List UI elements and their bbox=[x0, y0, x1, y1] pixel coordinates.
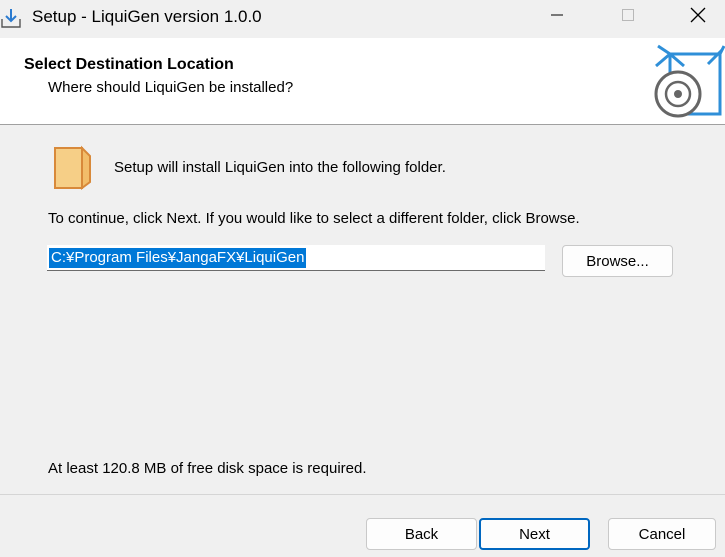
path-value: C:¥Program Files¥JangaFX¥LiquiGen bbox=[49, 248, 307, 268]
disk-space-requirement: At least 120.8 MB of free disk space is … bbox=[48, 460, 367, 477]
close-icon bbox=[690, 7, 706, 28]
page-title: Select Destination Location bbox=[24, 56, 234, 73]
browse-button[interactable]: Browse... bbox=[562, 245, 673, 277]
maximize-icon bbox=[621, 8, 635, 27]
install-description: Setup will install LiquiGen into the fol… bbox=[114, 159, 446, 176]
close-button[interactable] bbox=[671, 0, 725, 34]
setup-download-icon bbox=[0, 6, 24, 30]
maximize-button[interactable] bbox=[601, 0, 655, 34]
page-subtitle: Where should LiquiGen be installed? bbox=[48, 79, 294, 96]
wizard-header: Select Destination Location Where should… bbox=[0, 38, 725, 125]
continue-instructions: To continue, click Next. If you would li… bbox=[48, 210, 580, 227]
back-button[interactable]: Back bbox=[366, 518, 477, 550]
cancel-button[interactable]: Cancel bbox=[608, 518, 716, 550]
minimize-button[interactable] bbox=[530, 0, 584, 34]
destination-path-input[interactable]: C:¥Program Files¥JangaFX¥LiquiGen bbox=[47, 245, 545, 271]
title-bar: Setup - LiquiGen version 1.0.0 bbox=[0, 0, 725, 38]
minimize-icon bbox=[550, 8, 564, 27]
box-disc-icon bbox=[650, 44, 725, 120]
folder-icon bbox=[52, 145, 94, 191]
next-button[interactable]: Next bbox=[479, 518, 590, 550]
window-title: Setup - LiquiGen version 1.0.0 bbox=[32, 7, 262, 26]
footer-divider bbox=[0, 494, 725, 495]
